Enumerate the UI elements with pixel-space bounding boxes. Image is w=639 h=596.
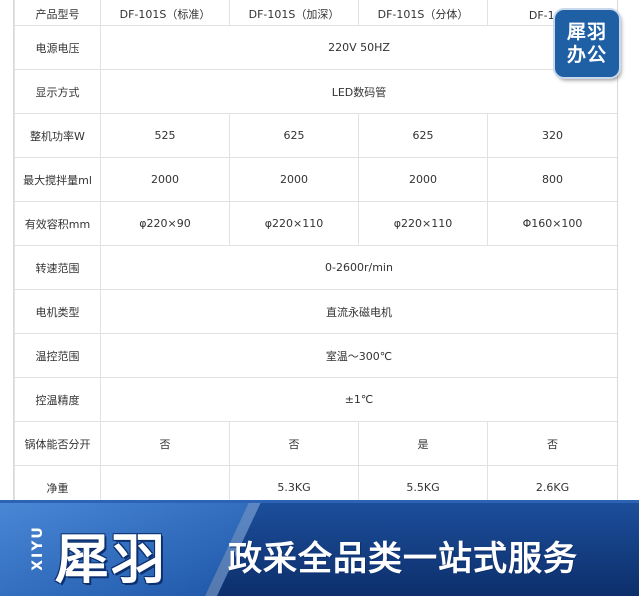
- banner-slogan: 政采全品类一站式服务: [228, 539, 578, 579]
- brand-badge-logo: 犀羽 办公: [555, 10, 619, 77]
- table-row: 温控范围 室温～300℃: [14, 333, 617, 378]
- row-label: 整机功率W: [14, 113, 101, 158]
- merged-cell: 直流永磁电机: [100, 289, 617, 334]
- row-label: 产品型号: [14, 0, 101, 26]
- brand-pinyin: XIYU: [30, 525, 46, 571]
- table-cell: 是: [358, 421, 488, 466]
- row-label: 显示方式: [14, 69, 101, 114]
- row-label: 有效容积mm: [14, 201, 101, 246]
- row-label: 电机类型: [14, 289, 101, 334]
- table-cell: 800: [487, 157, 617, 202]
- model-header: DF-101S（分体）: [358, 0, 488, 26]
- model-header: DF-101S（加深）: [229, 0, 359, 26]
- table-cell: 625: [358, 113, 488, 158]
- spec-table-frame: 产品型号 DF-101S（标准） DF-101S（加深） DF-101S（分体）…: [13, 0, 618, 530]
- table-header-row: 产品型号 DF-101S（标准） DF-101S（加深） DF-101S（分体）…: [14, 0, 617, 26]
- merged-cell: 室温～300℃: [100, 333, 617, 378]
- badge-line-2: 办公: [566, 43, 607, 66]
- table-row: 整机功率W 525 625 625 320: [14, 113, 617, 158]
- table-cell: 否: [100, 421, 230, 466]
- table-cell: φ220×110: [229, 201, 359, 246]
- table-row: 电源电压 220V 50HZ: [14, 25, 617, 70]
- table-cell: 2000: [100, 157, 230, 202]
- spec-table: 产品型号 DF-101S（标准） DF-101S（加深） DF-101S（分体）…: [14, 0, 617, 510]
- table-cell: 625: [229, 113, 359, 158]
- table-row: 转速范围 0-2600r/min: [14, 245, 617, 290]
- table-cell: φ220×90: [100, 201, 230, 246]
- table-row: 锅体能否分开 否 否 是 否: [14, 421, 617, 466]
- table-cell: Φ160×100: [487, 201, 617, 246]
- table-row: 电机类型 直流永磁电机: [14, 289, 617, 334]
- merged-cell: LED数码管: [100, 69, 617, 114]
- table-row: 有效容积mm φ220×90 φ220×110 φ220×110 Φ160×10…: [14, 201, 617, 246]
- row-label: 控温精度: [14, 377, 101, 422]
- table-cell: 2000: [229, 157, 359, 202]
- table-cell: φ220×110: [358, 201, 488, 246]
- row-label: 转速范围: [14, 245, 101, 290]
- model-header: DF-101S（标准）: [100, 0, 230, 26]
- merged-cell: ±1℃: [100, 377, 617, 422]
- table-cell: 2000: [358, 157, 488, 202]
- table-cell: 320: [487, 113, 617, 158]
- row-label: 温控范围: [14, 333, 101, 378]
- row-label: 电源电压: [14, 25, 101, 70]
- badge-line-1: 犀羽: [566, 20, 607, 43]
- row-label: 最大搅拌量ml: [14, 157, 101, 202]
- brand-logo-text: 犀羽: [55, 528, 167, 591]
- table-row: 最大搅拌量ml 2000 2000 2000 800: [14, 157, 617, 202]
- row-label: 锅体能否分开: [14, 421, 101, 466]
- table-row: 控温精度 ±1℃: [14, 377, 617, 422]
- table-cell: 525: [100, 113, 230, 158]
- table-cell: 否: [229, 421, 359, 466]
- table-cell: 否: [487, 421, 617, 466]
- table-row: 显示方式 LED数码管: [14, 69, 617, 114]
- merged-cell: 0-2600r/min: [100, 245, 617, 290]
- merged-cell: 220V 50HZ: [100, 25, 617, 70]
